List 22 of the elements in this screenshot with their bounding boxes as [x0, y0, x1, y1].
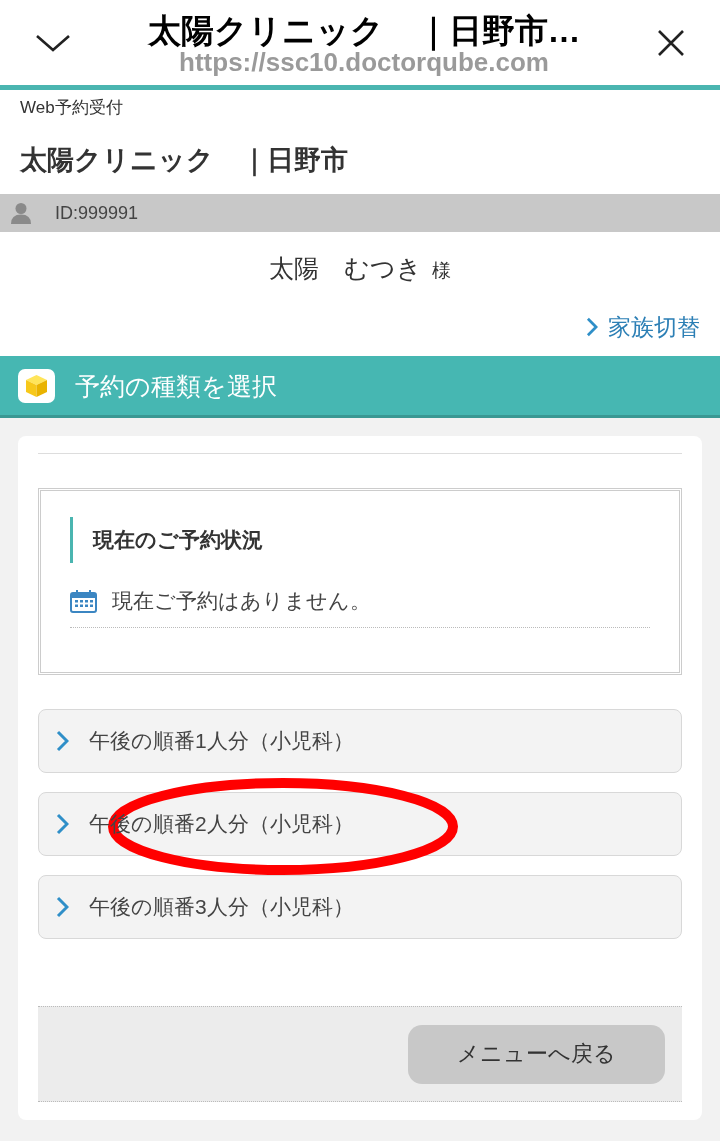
- patient-name: 太陽 むつき: [269, 253, 422, 284]
- page-title: 太陽クリニック ｜日野市…: [147, 12, 581, 49]
- user-id: ID:999991: [55, 202, 139, 224]
- calendar-icon: [70, 589, 97, 613]
- close-icon[interactable]: [657, 29, 685, 56]
- cube-icon: [18, 368, 55, 403]
- section-title: 予約の種類を選択: [75, 370, 277, 402]
- reservation-type-button[interactable]: 午後の順番3人分（小児科）: [38, 875, 682, 939]
- chevron-right-icon: [586, 317, 598, 337]
- clinic-name: 太陽クリニック ｜日野市: [20, 144, 348, 177]
- reservation-type-button[interactable]: 午後の順番1人分（小児科）: [38, 709, 682, 773]
- honorific-text: 様: [432, 259, 451, 283]
- chevron-right-icon: [56, 730, 69, 752]
- chevron-right-icon: [56, 813, 69, 835]
- family-switch-link[interactable]: 家族切替: [586, 312, 700, 342]
- caption-text: Web予約受付: [20, 97, 123, 119]
- chevron-down-icon[interactable]: [35, 33, 71, 52]
- back-to-menu-button[interactable]: メニューへ戻る: [408, 1024, 665, 1084]
- status-message: 現在ご予約はありません。: [112, 588, 371, 614]
- status-heading: 現在のご予約状況: [93, 527, 263, 553]
- chevron-right-icon: [56, 896, 69, 918]
- person-icon: [10, 202, 32, 224]
